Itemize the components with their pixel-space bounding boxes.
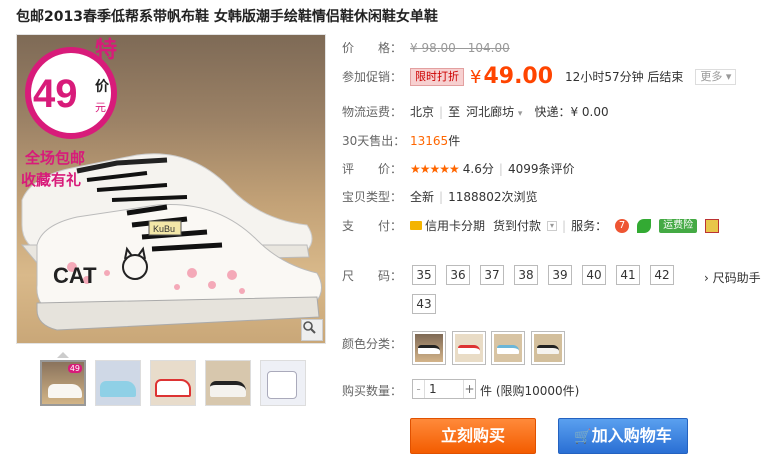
badge-unit-top: 价 <box>95 79 110 95</box>
shipping-label: 物流运费： <box>342 105 403 119</box>
size-label: 尺 码： <box>342 269 403 283</box>
thumbnail-1[interactable]: 49 <box>40 360 86 406</box>
size-option[interactable]: 37 <box>480 265 504 285</box>
service-x-icon[interactable] <box>705 218 720 233</box>
quantity-decrease-button[interactable]: - <box>413 380 425 398</box>
reviews-link[interactable]: 4099条评价 <box>508 160 575 177</box>
buy-now-button[interactable]: 立刻购买 <box>410 418 536 454</box>
add-to-cart-button[interactable]: 🛒加入购物车 <box>558 418 688 454</box>
size-row: 尺 码： <box>342 267 410 284</box>
size-option[interactable]: 35 <box>412 265 436 285</box>
color-label: 颜色分类： <box>342 337 403 351</box>
quantity-increase-button[interactable]: + <box>463 380 475 398</box>
type-label: 宝贝类型： <box>342 190 403 204</box>
ship-to-word: 至 <box>448 105 461 119</box>
color-option-3[interactable] <box>491 331 525 365</box>
size-helper-link[interactable]: › 尺码助手 <box>704 269 761 286</box>
magnifier-icon <box>303 321 316 334</box>
countdown-timer: 12小时57分钟 后结束 <box>565 70 684 84</box>
separator: | <box>562 218 567 233</box>
chevron-down-icon: ▾ <box>725 69 732 83</box>
cash-on-delivery: 货到付款 <box>493 219 542 233</box>
price-row: 价 格： ¥ 98.00 - 104.00 <box>342 39 510 56</box>
thumbnail-5[interactable] <box>260 360 306 406</box>
price-label: 价 格： <box>342 41 403 55</box>
currency-symbol: ¥ <box>470 67 482 88</box>
sales-count: 13165 <box>410 133 449 148</box>
payment-row: 支 付： 信用卡分期 货到付款 ▾ | 服务： 7 运费险 <box>342 217 720 234</box>
chevron-down-icon: ▾ <box>517 109 523 119</box>
express-fee: 快递：¥ 0.00 <box>534 105 609 119</box>
quantity-limit: 件 (限购10000件) <box>480 384 580 398</box>
destination-selector[interactable]: 河北廊坊 ▾ <box>466 103 522 120</box>
type-row: 宝贝类型： 全新 | 1188802次浏览 <box>342 188 538 205</box>
size-option[interactable]: 42 <box>650 265 674 285</box>
sales-label: 30天售出： <box>342 134 406 148</box>
thumbnail-3[interactable] <box>150 360 196 406</box>
quantity-row: 购买数量： <box>342 382 410 399</box>
sales-unit: 件 <box>448 134 461 148</box>
thumb-indicator-arrow <box>57 352 69 358</box>
size-option[interactable]: 36 <box>446 265 470 285</box>
promo-badge: 特 49 价 元 全场包邮 收藏有礼 <box>21 37 117 189</box>
product-title: 包邮2013春季低帮系带帆布鞋 女韩版潮手绘鞋情侣鞋休闲鞋女单鞋 <box>16 9 438 25</box>
separator: | <box>439 189 444 204</box>
separator: | <box>439 104 444 119</box>
rating-stars-icon: ★★★★★ <box>410 161 460 176</box>
size-option[interactable]: 43 <box>412 294 436 314</box>
shoe-brand-label: KuBu <box>153 224 175 234</box>
badge-unit-bottom: 元 <box>95 101 106 114</box>
credit-installment-link[interactable]: 信用卡分期 <box>425 217 485 234</box>
shipping-row: 物流运费： 北京 | 至 河北廊坊 ▾ 快递：¥ 0.00 <box>342 103 609 120</box>
rating-score: 4.6分 <box>462 162 494 176</box>
view-count: 1188802次浏览 <box>448 190 538 204</box>
size-option[interactable]: 38 <box>514 265 538 285</box>
size-option[interactable]: 41 <box>616 265 640 285</box>
badge-free-shipping: 全场包邮 <box>24 149 85 167</box>
payment-dropdown-toggle[interactable]: ▾ <box>547 220 558 231</box>
shipping-insurance-icon[interactable]: 运费险 <box>659 218 698 233</box>
separator: | <box>498 161 503 176</box>
shoe-cat-text: CAT <box>53 263 97 288</box>
promo-row: 参加促销： 限时打折 ¥49.00 12小时57分钟 后结束 更多 ▾ <box>342 64 737 89</box>
leaf-service-icon[interactable] <box>637 218 652 233</box>
sales-row: 30天售出： 13165 件 <box>342 132 460 149</box>
promo-price: ¥49.00 <box>470 64 553 89</box>
badge-special: 特 <box>95 37 117 63</box>
item-condition: 全新 <box>410 190 435 204</box>
thumbnail-4[interactable] <box>205 360 251 406</box>
zoom-button[interactable] <box>301 319 323 341</box>
promo-price-value: 49.00 <box>483 64 554 89</box>
service-label: 服务： <box>571 219 608 233</box>
credit-card-icon <box>410 221 422 230</box>
payment-label: 支 付： <box>342 219 403 233</box>
badge-favorite: 收藏有礼 <box>21 171 81 189</box>
color-row: 颜色分类： <box>342 335 410 352</box>
promo-label: 参加促销： <box>342 70 403 84</box>
rating-row: 评 价： ★★★★★ 4.6分 | 4099条评价 <box>342 160 574 177</box>
color-option-2[interactable] <box>452 331 486 365</box>
color-option-4[interactable] <box>531 331 565 365</box>
more-promotions-button[interactable]: 更多 ▾ <box>695 68 737 85</box>
destination-value: 河北廊坊 <box>466 105 515 119</box>
seven-day-return-icon[interactable]: 7 <box>615 218 630 233</box>
promo-tag: 限时打折 <box>410 67 464 86</box>
size-option[interactable]: 39 <box>548 265 572 285</box>
main-product-image[interactable]: KuBu CAT 特 49 价 元 全场包邮 收藏有礼 <box>16 34 326 344</box>
rating-label: 评 价： <box>342 162 403 176</box>
original-price: ¥ 98.00 - 104.00 <box>410 40 510 55</box>
badge-price: 49 <box>33 72 78 116</box>
thumbnail-strip: 49 <box>40 360 306 406</box>
more-label: 更多 <box>700 69 723 83</box>
add-to-cart-label: 加入购物车 <box>591 426 672 445</box>
thumbnail-2[interactable] <box>95 360 141 406</box>
thumb-badge: 49 <box>67 364 82 373</box>
cart-icon: 🛒 <box>574 429 592 445</box>
quantity-input[interactable]: 1 <box>425 380 463 398</box>
ship-from: 北京 <box>410 105 435 119</box>
size-option[interactable]: 40 <box>582 265 606 285</box>
quantity-stepper[interactable]: - 1 + <box>412 379 476 399</box>
color-option-1[interactable] <box>412 331 446 365</box>
quantity-label: 购买数量： <box>342 384 403 398</box>
